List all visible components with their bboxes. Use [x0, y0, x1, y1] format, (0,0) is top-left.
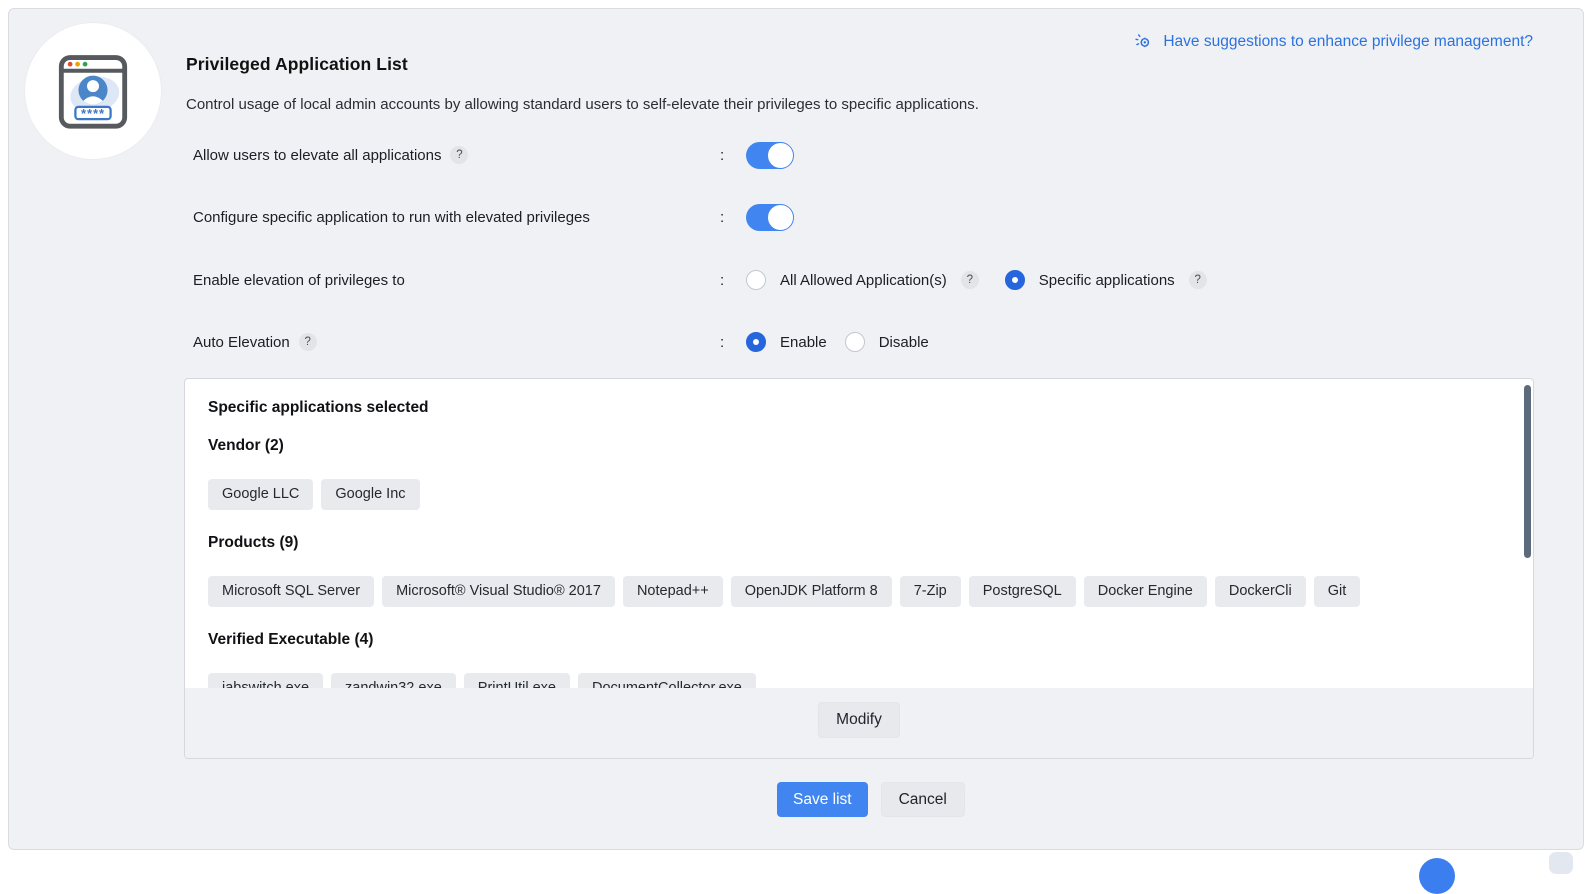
- product-chip: Docker Engine: [1084, 576, 1207, 607]
- radio-auto-elevation-enable[interactable]: [746, 332, 766, 352]
- panel-footer: Modify: [185, 688, 1533, 759]
- executable-chip: zandwin32.exe: [331, 673, 456, 688]
- products-heading: Products (9): [208, 534, 1509, 552]
- bulb-gear-icon: [1133, 31, 1154, 52]
- page-title: Privileged Application List: [186, 54, 1186, 75]
- executable-chip: DocumentCollector.exe: [578, 673, 756, 688]
- modify-button[interactable]: Modify: [818, 702, 900, 738]
- radio-all-allowed-label[interactable]: All Allowed Application(s): [780, 272, 947, 289]
- save-list-button[interactable]: Save list: [777, 782, 868, 817]
- vendor-chip: Google LLC: [208, 479, 313, 510]
- vendor-chip: Google Inc: [321, 479, 419, 510]
- verified-executable-heading: Verified Executable (4): [208, 631, 1509, 649]
- panel-title: Specific applications selected: [208, 399, 1509, 417]
- help-icon[interactable]: ?: [1189, 271, 1207, 289]
- privilege-settings-page: Have suggestions to enhance privilege ma…: [8, 8, 1584, 850]
- product-chip: Microsoft® Visual Studio® 2017: [382, 576, 615, 607]
- auto-elevation-label: Auto Elevation: [193, 334, 290, 351]
- products-group: Products (9) Microsoft SQL ServerMicroso…: [208, 534, 1509, 607]
- product-chip: DockerCli: [1215, 576, 1306, 607]
- toggle-knob: [767, 142, 794, 169]
- colon: :: [720, 147, 724, 164]
- products-chip-row: Microsoft SQL Server Microsoft® Visual St…: [208, 576, 1509, 607]
- page-subtitle: Control usage of local admin accounts by…: [186, 96, 1186, 113]
- colon: :: [720, 334, 724, 351]
- help-icon[interactable]: ?: [299, 333, 317, 351]
- panel-scroll-area: Specific applications selected Vendor (2…: [185, 379, 1533, 688]
- radio-auto-elevation-disable[interactable]: [845, 332, 865, 352]
- configure-specific-toggle[interactable]: [746, 204, 793, 231]
- radio-disable-label[interactable]: Disable: [879, 334, 929, 351]
- vendor-heading: Vendor (2): [208, 437, 1509, 455]
- help-icon[interactable]: ?: [450, 146, 468, 164]
- suggestion-link-label: Have suggestions to enhance privilege ma…: [1163, 33, 1533, 51]
- toggle-knob: [767, 204, 794, 231]
- executable-chip: PrintUtil.exe: [464, 673, 570, 688]
- colon: :: [720, 272, 724, 289]
- product-chip: PostgreSQL: [969, 576, 1076, 607]
- product-chip: OpenJDK Platform 8: [731, 576, 892, 607]
- app-window-password-icon: ****: [25, 23, 161, 159]
- radio-all-allowed-applications[interactable]: [746, 270, 766, 290]
- allow-all-toggle[interactable]: [746, 142, 793, 169]
- suggestion-link[interactable]: Have suggestions to enhance privilege ma…: [1133, 31, 1533, 52]
- panel-scrollbar-thumb[interactable]: [1524, 385, 1531, 558]
- radio-specific-label[interactable]: Specific applications: [1039, 272, 1175, 289]
- svg-text:****: ****: [81, 106, 105, 121]
- row-auto-elevation: Auto Elevation ? : Enable Disable: [193, 328, 1453, 356]
- elevation-scope-label: Enable elevation of privileges to: [193, 272, 405, 289]
- radio-specific-applications[interactable]: [1005, 270, 1025, 290]
- cancel-button[interactable]: Cancel: [881, 782, 965, 817]
- footer-actions: Save list Cancel: [777, 782, 965, 817]
- row-allow-elevate-all: Allow users to elevate all applications …: [193, 141, 1453, 169]
- executable-chip: jabswitch.exe: [208, 673, 323, 688]
- row-configure-specific: Configure specific application to run wi…: [193, 203, 1453, 231]
- floating-action-button-partial[interactable]: [1419, 858, 1455, 894]
- verified-executable-group: Verified Executable (4) jabswitch.exe zan…: [208, 631, 1509, 688]
- verified-executable-chip-row: jabswitch.exe zandwin32.exe PrintUtil.exe D…: [208, 673, 1509, 688]
- vendor-chip-row: Google LLC Google Inc: [208, 479, 1509, 510]
- configure-specific-label: Configure specific application to run wi…: [193, 209, 590, 226]
- allow-all-label: Allow users to elevate all applications: [193, 147, 441, 164]
- help-icon[interactable]: ?: [961, 271, 979, 289]
- colon: :: [720, 209, 724, 226]
- radio-enable-label[interactable]: Enable: [780, 334, 827, 351]
- product-chip: Notepad++: [623, 576, 723, 607]
- vendor-group: Vendor (2) Google LLC Google Inc: [208, 437, 1509, 510]
- row-elevation-scope: Enable elevation of privileges to : All …: [193, 266, 1453, 294]
- product-chip: 7-Zip: [900, 576, 961, 607]
- product-chip: Git: [1314, 576, 1361, 607]
- floating-widget-partial: [1549, 852, 1573, 874]
- product-chip: Microsoft SQL Server: [208, 576, 374, 607]
- specific-applications-panel: Specific applications selected Vendor (2…: [184, 378, 1534, 759]
